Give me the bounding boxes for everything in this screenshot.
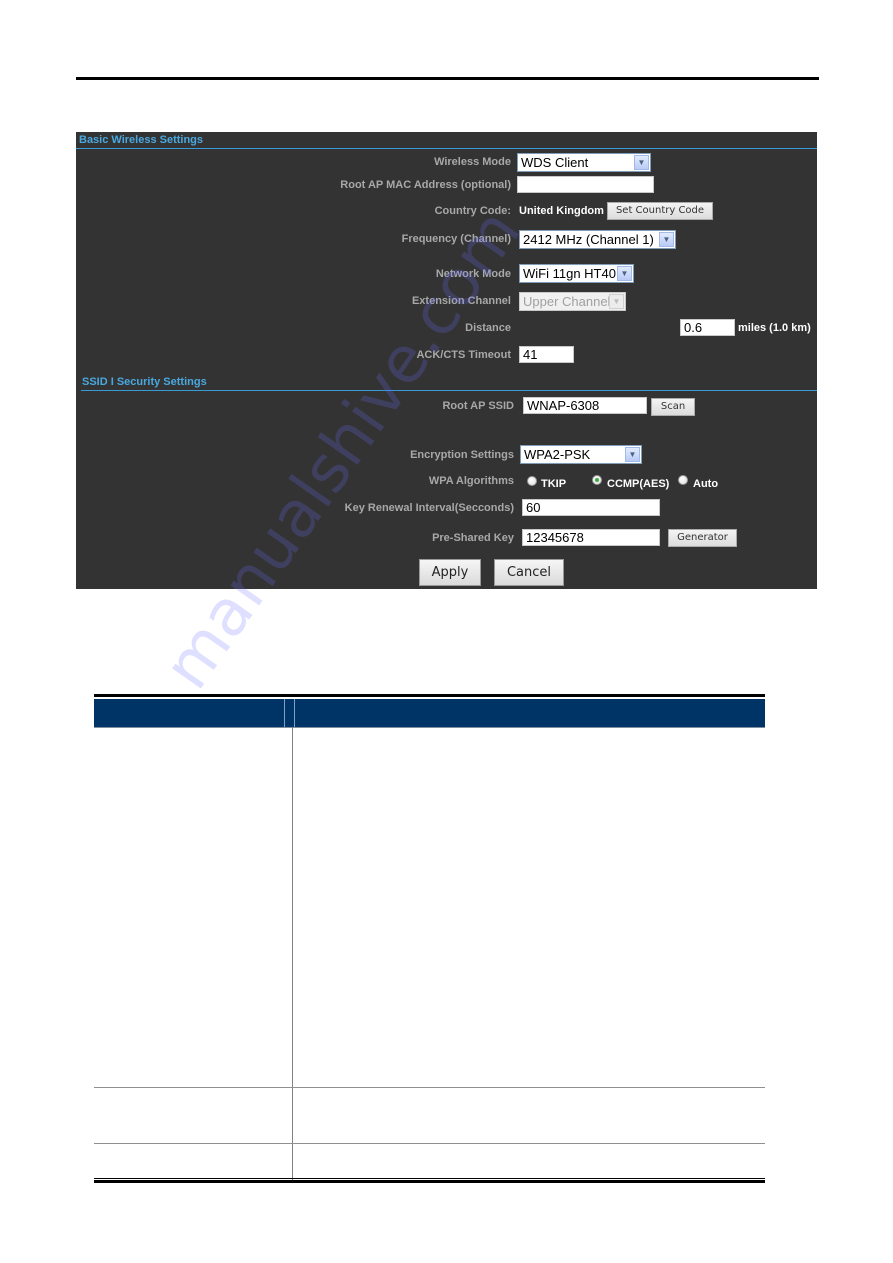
ssid-security-settings-title: SSID I Security Settings bbox=[82, 376, 207, 388]
table-column-divider bbox=[292, 727, 293, 1180]
ack-timeout-input[interactable]: 41 bbox=[519, 346, 574, 363]
pre-shared-key-label: Pre-Shared Key bbox=[432, 532, 514, 544]
section-divider bbox=[76, 148, 817, 149]
cancel-button[interactable]: Cancel bbox=[494, 559, 564, 586]
distance-unit: miles (1.0 km) bbox=[738, 322, 811, 334]
pre-shared-key-input[interactable]: 12345678 bbox=[522, 529, 660, 546]
wireless-settings-panel: Basic Wireless Settings Wireless Mode WD… bbox=[76, 132, 817, 589]
root-ap-ssid-label: Root AP SSID bbox=[442, 400, 514, 412]
wpa-algorithms-label: WPA Algorithms bbox=[428, 475, 514, 487]
table-row-divider bbox=[94, 1087, 765, 1088]
table-header-bottom bbox=[94, 727, 765, 728]
chevron-down-icon: ▼ bbox=[609, 294, 624, 309]
ccmp-aes-radio[interactable] bbox=[592, 475, 602, 485]
chevron-down-icon: ▼ bbox=[634, 155, 649, 170]
tkip-radio[interactable] bbox=[527, 476, 537, 486]
header-divider bbox=[294, 699, 295, 727]
table-top-rule bbox=[94, 694, 765, 697]
basic-wireless-settings-title: Basic Wireless Settings bbox=[79, 134, 204, 146]
set-country-code-button[interactable]: Set Country Code bbox=[607, 202, 713, 220]
extension-channel-select: Upper Channel ▼ bbox=[519, 292, 626, 311]
country-code-label: Country Code: bbox=[434, 205, 511, 217]
table-header bbox=[94, 699, 765, 727]
tkip-label: TKIP bbox=[541, 478, 567, 490]
root-ap-mac-label: Root AP MAC Address (optional) bbox=[340, 179, 511, 191]
ack-timeout-label: ACK/CTS Timeout bbox=[416, 349, 511, 361]
wireless-mode-select[interactable]: WDS Client ▼ bbox=[517, 153, 651, 172]
table-bottom-rule bbox=[94, 1178, 765, 1179]
section-divider bbox=[81, 390, 817, 391]
generator-button[interactable]: Generator bbox=[668, 529, 737, 547]
table-bottom-rule bbox=[94, 1180, 765, 1183]
encryption-select[interactable]: WPA2-PSK ▼ bbox=[520, 445, 642, 464]
scan-button[interactable]: Scan bbox=[651, 398, 695, 416]
frequency-label: Frequency (Channel) bbox=[401, 233, 511, 245]
chevron-down-icon: ▼ bbox=[625, 447, 640, 462]
auto-label: Auto bbox=[693, 478, 719, 490]
auto-radio[interactable] bbox=[678, 475, 688, 485]
encryption-settings-label: Encryption Settings bbox=[410, 449, 514, 461]
extension-channel-label: Extension Channel bbox=[411, 295, 511, 307]
root-ap-ssid-input[interactable]: WNAP-6308 bbox=[523, 397, 647, 414]
distance-label: Distance bbox=[465, 322, 511, 334]
chevron-down-icon: ▼ bbox=[617, 266, 632, 281]
network-mode-select[interactable]: WiFi 11gn HT40 ▼ bbox=[519, 264, 634, 283]
country-code-value: United Kingdom bbox=[519, 205, 604, 217]
table-row-divider bbox=[94, 1143, 765, 1144]
header-divider bbox=[284, 699, 285, 727]
root-ap-mac-input[interactable] bbox=[517, 176, 654, 193]
chevron-down-icon: ▼ bbox=[659, 232, 674, 247]
wireless-mode-label: Wireless Mode bbox=[434, 156, 511, 168]
frequency-select[interactable]: 2412 MHz (Channel 1) ▼ bbox=[519, 230, 676, 249]
apply-button[interactable]: Apply bbox=[419, 559, 481, 586]
network-mode-label: Network Mode bbox=[435, 268, 511, 280]
distance-input[interactable]: 0.6 bbox=[680, 319, 735, 336]
key-renewal-label: Key Renewal Interval(Secconds) bbox=[344, 502, 514, 514]
page-top-rule bbox=[76, 77, 819, 80]
key-renewal-input[interactable]: 60 bbox=[522, 499, 660, 516]
ccmp-aes-label: CCMP(AES) bbox=[607, 478, 670, 490]
